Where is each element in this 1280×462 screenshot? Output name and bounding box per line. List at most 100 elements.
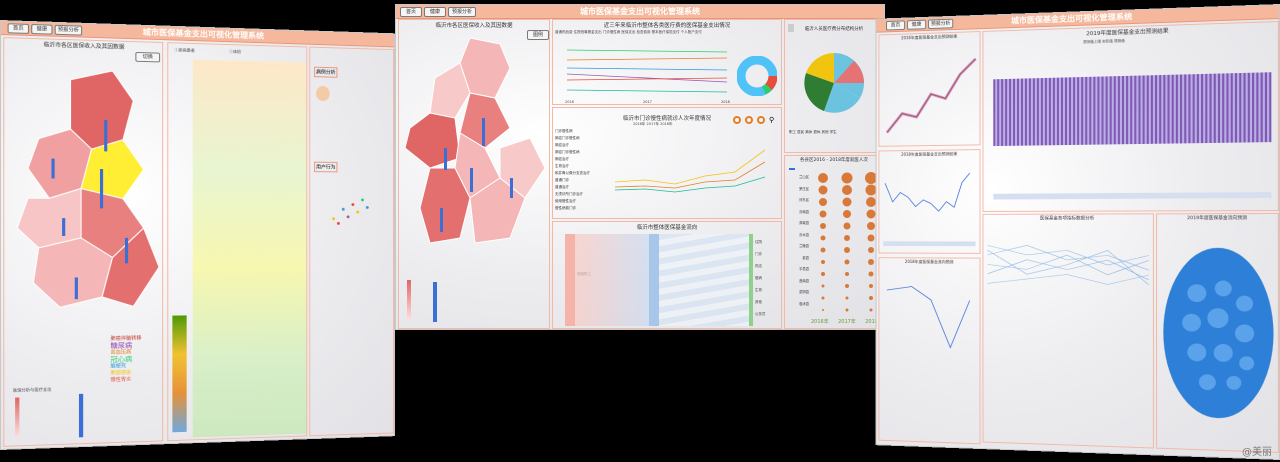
left-map-toggle[interactable]: 切换 bbox=[135, 52, 160, 62]
center-dashboard: 城市医保基金支出可视化管理系统 首页 健康 预报分析 临沂市各区医保收入及其因数… bbox=[395, 4, 885, 330]
sankey-right-label: 门诊 bbox=[755, 248, 766, 260]
county-labels: 兰山区 罗庄区 河东区 沂南县 郯城县 沂水县 兰陵县 费县 平邑县 莒南县 蒙… bbox=[787, 172, 809, 310]
left-dashboard: 城市医保基金支出可视化管理系统 首页 健康 预报分析 临沂市各区医保收入及其因数… bbox=[0, 20, 395, 450]
disease-label: 普通治疗 bbox=[555, 184, 613, 191]
center-pie-title: 临沂人员医疗费分布结构分析 bbox=[785, 26, 883, 32]
center-line-year-1: 2017 bbox=[643, 100, 652, 104]
legend-item: 普通药品费 bbox=[555, 30, 573, 34]
county-label: 费县 bbox=[787, 253, 809, 265]
center-nav-health[interactable]: 健康 bbox=[424, 7, 446, 17]
left-legend-bar bbox=[15, 397, 19, 437]
right-chart6-section: 2019年度医保基金流向预测 bbox=[1156, 213, 1279, 453]
right-nav-health[interactable]: 健康 bbox=[907, 20, 926, 30]
right-nav-home[interactable]: 首页 bbox=[886, 20, 905, 30]
center-line-year-0: 2016 bbox=[565, 100, 574, 104]
right-chart2-section: 2019年度医保基金支出预测结果 预测值上限 实际值 预测值 bbox=[982, 21, 1278, 212]
chart-tool-icon[interactable] bbox=[745, 116, 753, 124]
sankey-right-label: 药店 bbox=[755, 260, 766, 272]
chart-tool-icon[interactable] bbox=[733, 116, 741, 124]
legend-item: 住院统筹基金支出 bbox=[574, 30, 602, 34]
right-chart1-title: 2016年度医保基金支出预测结果 bbox=[879, 33, 979, 42]
left-tab-1[interactable]: ⓘ疾病患者 bbox=[174, 47, 194, 53]
right-chart3-title: 2018年度医保基金支出预测结果 bbox=[879, 151, 979, 158]
disease-label: 肺癌门诊慢性病 bbox=[555, 149, 613, 156]
sankey-right-label: 慢病 bbox=[755, 272, 766, 284]
right-chart2-legend: 预测值上限 实际值 预测值 bbox=[1083, 39, 1125, 45]
right-chart4-title: 医保基金各项指标数据分析 bbox=[983, 215, 1152, 221]
legend-item: 基本医疗保险支付 bbox=[652, 30, 680, 34]
chart-tool-icon[interactable] bbox=[757, 116, 765, 124]
center-pie-section: 临沂人员医疗费分布结构分析 职工 居民 离休 退休 其他 学生 bbox=[784, 19, 884, 153]
center-bubble-section: 各县区2016 - 2018年度就医人次 兰山区 罗庄区 河东区 沂南县 郯城县… bbox=[784, 155, 884, 329]
right-nav-forecast[interactable]: 预报分析 bbox=[928, 19, 953, 29]
center-line-section: 近三年来临沂市整体各类医疗费的医保基金支出情况 普通药品费 住院统筹基金支出 门… bbox=[552, 19, 782, 105]
county-label: 平邑县 bbox=[787, 264, 809, 276]
year-label: 2017年 bbox=[838, 318, 856, 325]
left-person-section: 病例分析 用户行为 bbox=[309, 47, 394, 437]
county-label: 兰陵县 bbox=[787, 241, 809, 253]
left-nav-health[interactable]: 健康 bbox=[31, 24, 52, 35]
legend-item: 2017年 bbox=[647, 122, 659, 126]
county-label: 沂南县 bbox=[787, 207, 809, 219]
county-label: 兰山区 bbox=[787, 172, 809, 184]
icon-grid bbox=[193, 59, 307, 437]
left-map-section: 临沂市各区医保收入及其因数据 切换 肺癌伴脑转移 糖尿病 高血压病 冠心病 脑梗… bbox=[3, 37, 163, 447]
left-legend-bar-blue bbox=[79, 394, 83, 438]
legend-item: 2018年 bbox=[660, 122, 672, 126]
left-wordcloud: 肺癌伴脑转移 糖尿病 高血压病 冠心病 脑梗死 肺部感染 慢性胃炎 bbox=[110, 335, 164, 384]
search-icon[interactable]: ⚲ bbox=[769, 116, 774, 124]
sankey-right-label: 住院 bbox=[755, 236, 766, 248]
legend-item: 医保支出 bbox=[621, 30, 635, 34]
legend-item: 门诊慢性病 bbox=[603, 30, 621, 34]
right-dashboard: 城市医保基金支出可视化管理系统 首页 健康 预报分析 2016年度医保基金支出预… bbox=[876, 4, 1280, 460]
left-tab-2[interactable]: ⓘ体检 bbox=[229, 49, 241, 55]
sankey-left-node bbox=[565, 234, 575, 326]
disease-label: 使用慢性治疗 bbox=[555, 198, 613, 205]
disease-label: 生育治疗 bbox=[555, 163, 613, 170]
county-label: 临沭县 bbox=[787, 299, 809, 311]
sankey-right-label: 其他 bbox=[755, 296, 766, 308]
center-county-map[interactable] bbox=[400, 38, 550, 268]
county-label: 河东区 bbox=[787, 195, 809, 207]
right-chart2-slider[interactable] bbox=[993, 192, 1271, 199]
legend-item: 实际值 bbox=[1102, 39, 1113, 43]
left-person-title-2: 用户行为 bbox=[314, 162, 337, 173]
right-parallel-chart bbox=[987, 226, 1148, 441]
right-chart3-slider[interactable] bbox=[883, 241, 975, 246]
right-chart5-section: 2018年度医保基金流向预测 bbox=[878, 257, 980, 444]
center-map-title: 临沂市各区医保收入及其因数据 bbox=[399, 21, 549, 29]
left-nav-home[interactable]: 首页 bbox=[8, 23, 29, 34]
center-line-year-2: 2018 bbox=[721, 100, 730, 104]
legend-item: 预测值 bbox=[1114, 39, 1125, 43]
center-topbar: 城市医保基金支出可视化管理系统 首页 健康 预报分析 bbox=[396, 5, 884, 19]
center-map-section: 临沂市各区医保收入及其因数据 图例 bbox=[398, 19, 550, 329]
sankey-mid-node bbox=[649, 234, 659, 326]
sankey-flow-2 bbox=[659, 234, 749, 326]
sankey-right-labels: 住院 门诊 药店 慢病 生育 其他 公务员 bbox=[755, 236, 766, 320]
center-nav-forecast[interactable]: 预报分析 bbox=[448, 7, 476, 17]
doc-icon bbox=[788, 24, 794, 32]
legend-item: 学生 bbox=[830, 130, 837, 134]
center-donut bbox=[737, 56, 777, 96]
left-person-title: 病例分析 bbox=[314, 67, 337, 78]
legend-item: 检查费用 bbox=[637, 30, 651, 34]
center-outpatient-section: 临沂市门诊慢性病就诊人次年度情况 2016年 2017年 2018年 门诊慢性病… bbox=[552, 107, 782, 219]
county-label: 蒙阴县 bbox=[787, 287, 809, 299]
center-outpatient-legend: 2016年 2017年 2018年 bbox=[633, 122, 673, 127]
legend-item: 离休 bbox=[805, 130, 812, 134]
bubble-year-axis: 2016年 2017年 2018年 bbox=[811, 318, 883, 325]
left-gradient-strip bbox=[172, 315, 186, 432]
center-legend-bar bbox=[407, 280, 411, 320]
left-nav-forecast[interactable]: 预报分析 bbox=[55, 25, 82, 36]
center-nav-home[interactable]: 首页 bbox=[400, 7, 422, 17]
disease-label: 无须诊所门诊治疗 bbox=[555, 191, 613, 198]
right-circle-pack bbox=[1160, 244, 1277, 424]
center-sankey-title: 临沂市整体医保基金流向 bbox=[553, 223, 781, 231]
sankey-right-label: 公务员 bbox=[755, 308, 766, 320]
legend-item: 退休 bbox=[813, 130, 820, 134]
disease-label: 肺癌治疗 bbox=[555, 142, 613, 149]
right-chart1 bbox=[883, 45, 979, 142]
legend-item: 个人账户支付 bbox=[681, 30, 702, 34]
left-county-map[interactable] bbox=[6, 58, 164, 328]
legend-item: 其他 bbox=[822, 130, 829, 134]
